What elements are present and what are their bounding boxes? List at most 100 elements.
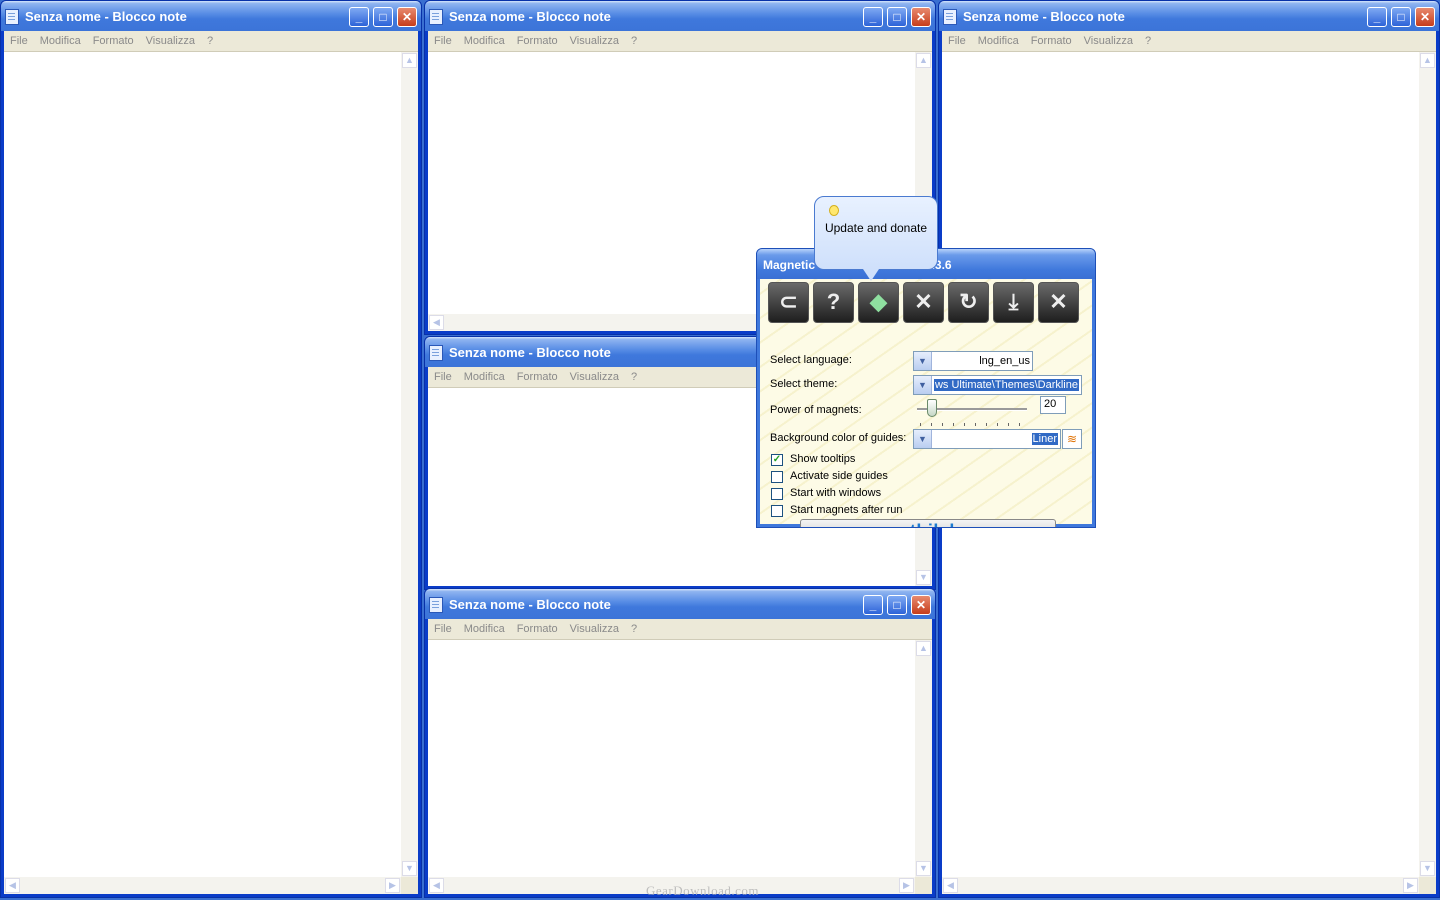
menu-help[interactable]: ? [625, 367, 643, 383]
maximize-button[interactable]: □ [373, 7, 393, 27]
scroll-left-icon[interactable]: ◀ [429, 878, 444, 893]
checkbox[interactable]: ✓ [771, 454, 783, 466]
menu-help[interactable]: ? [625, 619, 643, 635]
notepad-icon [429, 345, 443, 361]
menu-file[interactable]: File [428, 367, 458, 383]
scroll-down-icon[interactable]: ▼ [916, 861, 931, 876]
close-button[interactable]: ✕ [1415, 7, 1435, 27]
menu-visualizza[interactable]: Visualizza [564, 367, 625, 383]
theme-value: ws Ultimate\Themes\Darkline [933, 379, 1079, 391]
menu-formato[interactable]: Formato [87, 31, 140, 47]
resize-grip[interactable] [915, 877, 932, 894]
menu-formato[interactable]: Formato [511, 619, 564, 635]
website-link[interactable]: www.sethilabs.com [801, 520, 1055, 527]
notepad-icon [429, 9, 443, 25]
chevron-down-icon[interactable]: ▼ [914, 430, 932, 448]
menu-formato[interactable]: Formato [1025, 31, 1078, 47]
scroll-right-icon[interactable]: ▶ [1403, 878, 1418, 893]
scroll-down-icon[interactable]: ▼ [402, 861, 417, 876]
menu-file[interactable]: File [942, 31, 972, 47]
color-picker-icon[interactable]: ≋ [1062, 429, 1082, 449]
minimize-button[interactable]: _ [863, 7, 883, 27]
maximize-button[interactable]: □ [887, 595, 907, 615]
vertical-scrollbar[interactable]: ▲ ▼ [401, 52, 418, 877]
title-bar[interactable]: Senza nome - Blocco note _ □ ✕ [425, 1, 935, 31]
menu-help[interactable]: ? [201, 31, 219, 47]
checkbox[interactable] [771, 505, 783, 517]
power-slider-thumb[interactable] [927, 399, 937, 417]
scroll-up-icon[interactable]: ▲ [1420, 53, 1435, 68]
menu-modifica[interactable]: Modifica [34, 31, 87, 47]
menu-formato[interactable]: Formato [511, 31, 564, 47]
close-button[interactable]: ✕ [911, 7, 931, 27]
language-value: lng_en_us [979, 355, 1030, 367]
menu-help[interactable]: ? [625, 31, 643, 47]
menu-visualizza[interactable]: Visualizza [564, 619, 625, 635]
title-bar[interactable]: Senza nome - Blocco note _ □ ✕ [939, 1, 1439, 31]
close-x-icon[interactable]: ✕ [1038, 282, 1079, 323]
window-title: Senza nome - Blocco note [25, 9, 187, 24]
text-area[interactable]: ▲ ▼ ◀ ▶ [428, 640, 932, 894]
update-gem-icon[interactable]: ◆ [858, 282, 899, 323]
checkbox-label: Show tooltips [790, 453, 856, 465]
menu-file[interactable]: File [428, 619, 458, 635]
language-select[interactable]: ▼ lng_en_us [913, 351, 1033, 371]
settings-tools-icon[interactable]: ✕ [903, 282, 944, 323]
menu-file[interactable]: File [428, 31, 458, 47]
scroll-down-icon[interactable]: ▼ [916, 570, 931, 585]
vertical-scrollbar[interactable]: ▲ ▼ [915, 640, 932, 877]
minimize-button[interactable]: _ [1367, 7, 1387, 27]
minimize-to-tray-icon[interactable]: ⤓ [993, 282, 1034, 323]
scroll-right-icon[interactable]: ▶ [899, 878, 914, 893]
magnet-icon[interactable]: ⊂ [768, 282, 809, 323]
title-bar[interactable]: Senza nome - Blocco note _ □ ✕ [425, 589, 935, 619]
menu-bar: File Modifica Formato Visualizza? [942, 31, 1436, 52]
update-tooltip: Update and donate [814, 196, 938, 281]
help-icon[interactable]: ? [813, 282, 854, 323]
text-area[interactable]: ▲ ▼ ◀ ▶ [4, 52, 418, 894]
minimize-button[interactable]: _ [863, 595, 883, 615]
menu-file[interactable]: File [4, 31, 34, 47]
menu-modifica[interactable]: Modifica [458, 31, 511, 47]
scroll-up-icon[interactable]: ▲ [916, 641, 931, 656]
maximize-button[interactable]: □ [887, 7, 907, 27]
theme-select[interactable]: ▼ ws Ultimate\Themes\Darkline [913, 375, 1082, 395]
window-title: Senza nome - Blocco note [449, 597, 611, 612]
minimize-button[interactable]: _ [349, 7, 369, 27]
horizontal-scrollbar[interactable]: ◀ ▶ [942, 877, 1419, 894]
scroll-right-icon[interactable]: ▶ [385, 878, 400, 893]
chevron-down-icon[interactable]: ▼ [914, 352, 932, 370]
menu-modifica[interactable]: Modifica [458, 367, 511, 383]
horizontal-scrollbar[interactable]: ◀ ▶ [4, 877, 401, 894]
website-banner-link[interactable]: www.sethilabs.com [800, 519, 1056, 527]
refresh-icon[interactable]: ↻ [948, 282, 989, 323]
scroll-down-icon[interactable]: ▼ [1420, 861, 1435, 876]
menu-modifica[interactable]: Modifica [458, 619, 511, 635]
menu-help[interactable]: ? [1139, 31, 1157, 47]
close-button[interactable]: ✕ [911, 595, 931, 615]
checkbox-label: Activate side guides [790, 470, 888, 482]
chevron-down-icon[interactable]: ▼ [914, 376, 932, 394]
scroll-left-icon[interactable]: ◀ [943, 878, 958, 893]
scroll-left-icon[interactable]: ◀ [5, 878, 20, 893]
window-title: Senza nome - Blocco note [963, 9, 1125, 24]
power-value[interactable]: 20 [1040, 396, 1066, 414]
resize-grip[interactable] [1419, 877, 1436, 894]
menu-visualizza[interactable]: Visualizza [564, 31, 625, 47]
tooltip-tail [863, 269, 879, 281]
resize-grip[interactable] [401, 877, 418, 894]
menu-visualizza[interactable]: Visualizza [140, 31, 201, 47]
close-button[interactable]: ✕ [397, 7, 417, 27]
menu-formato[interactable]: Formato [511, 367, 564, 383]
menu-modifica[interactable]: Modifica [972, 31, 1025, 47]
scroll-up-icon[interactable]: ▲ [916, 53, 931, 68]
vertical-scrollbar[interactable]: ▲ ▼ [1419, 52, 1436, 877]
menu-visualizza[interactable]: Visualizza [1078, 31, 1139, 47]
scroll-left-icon[interactable]: ◀ [429, 315, 444, 330]
bgcolor-select[interactable]: ▼ Liner [913, 429, 1061, 449]
checkbox[interactable] [771, 471, 783, 483]
title-bar[interactable]: Senza nome - Blocco note _ □ ✕ [1, 1, 421, 31]
checkbox[interactable] [771, 488, 783, 500]
scroll-up-icon[interactable]: ▲ [402, 53, 417, 68]
maximize-button[interactable]: □ [1391, 7, 1411, 27]
